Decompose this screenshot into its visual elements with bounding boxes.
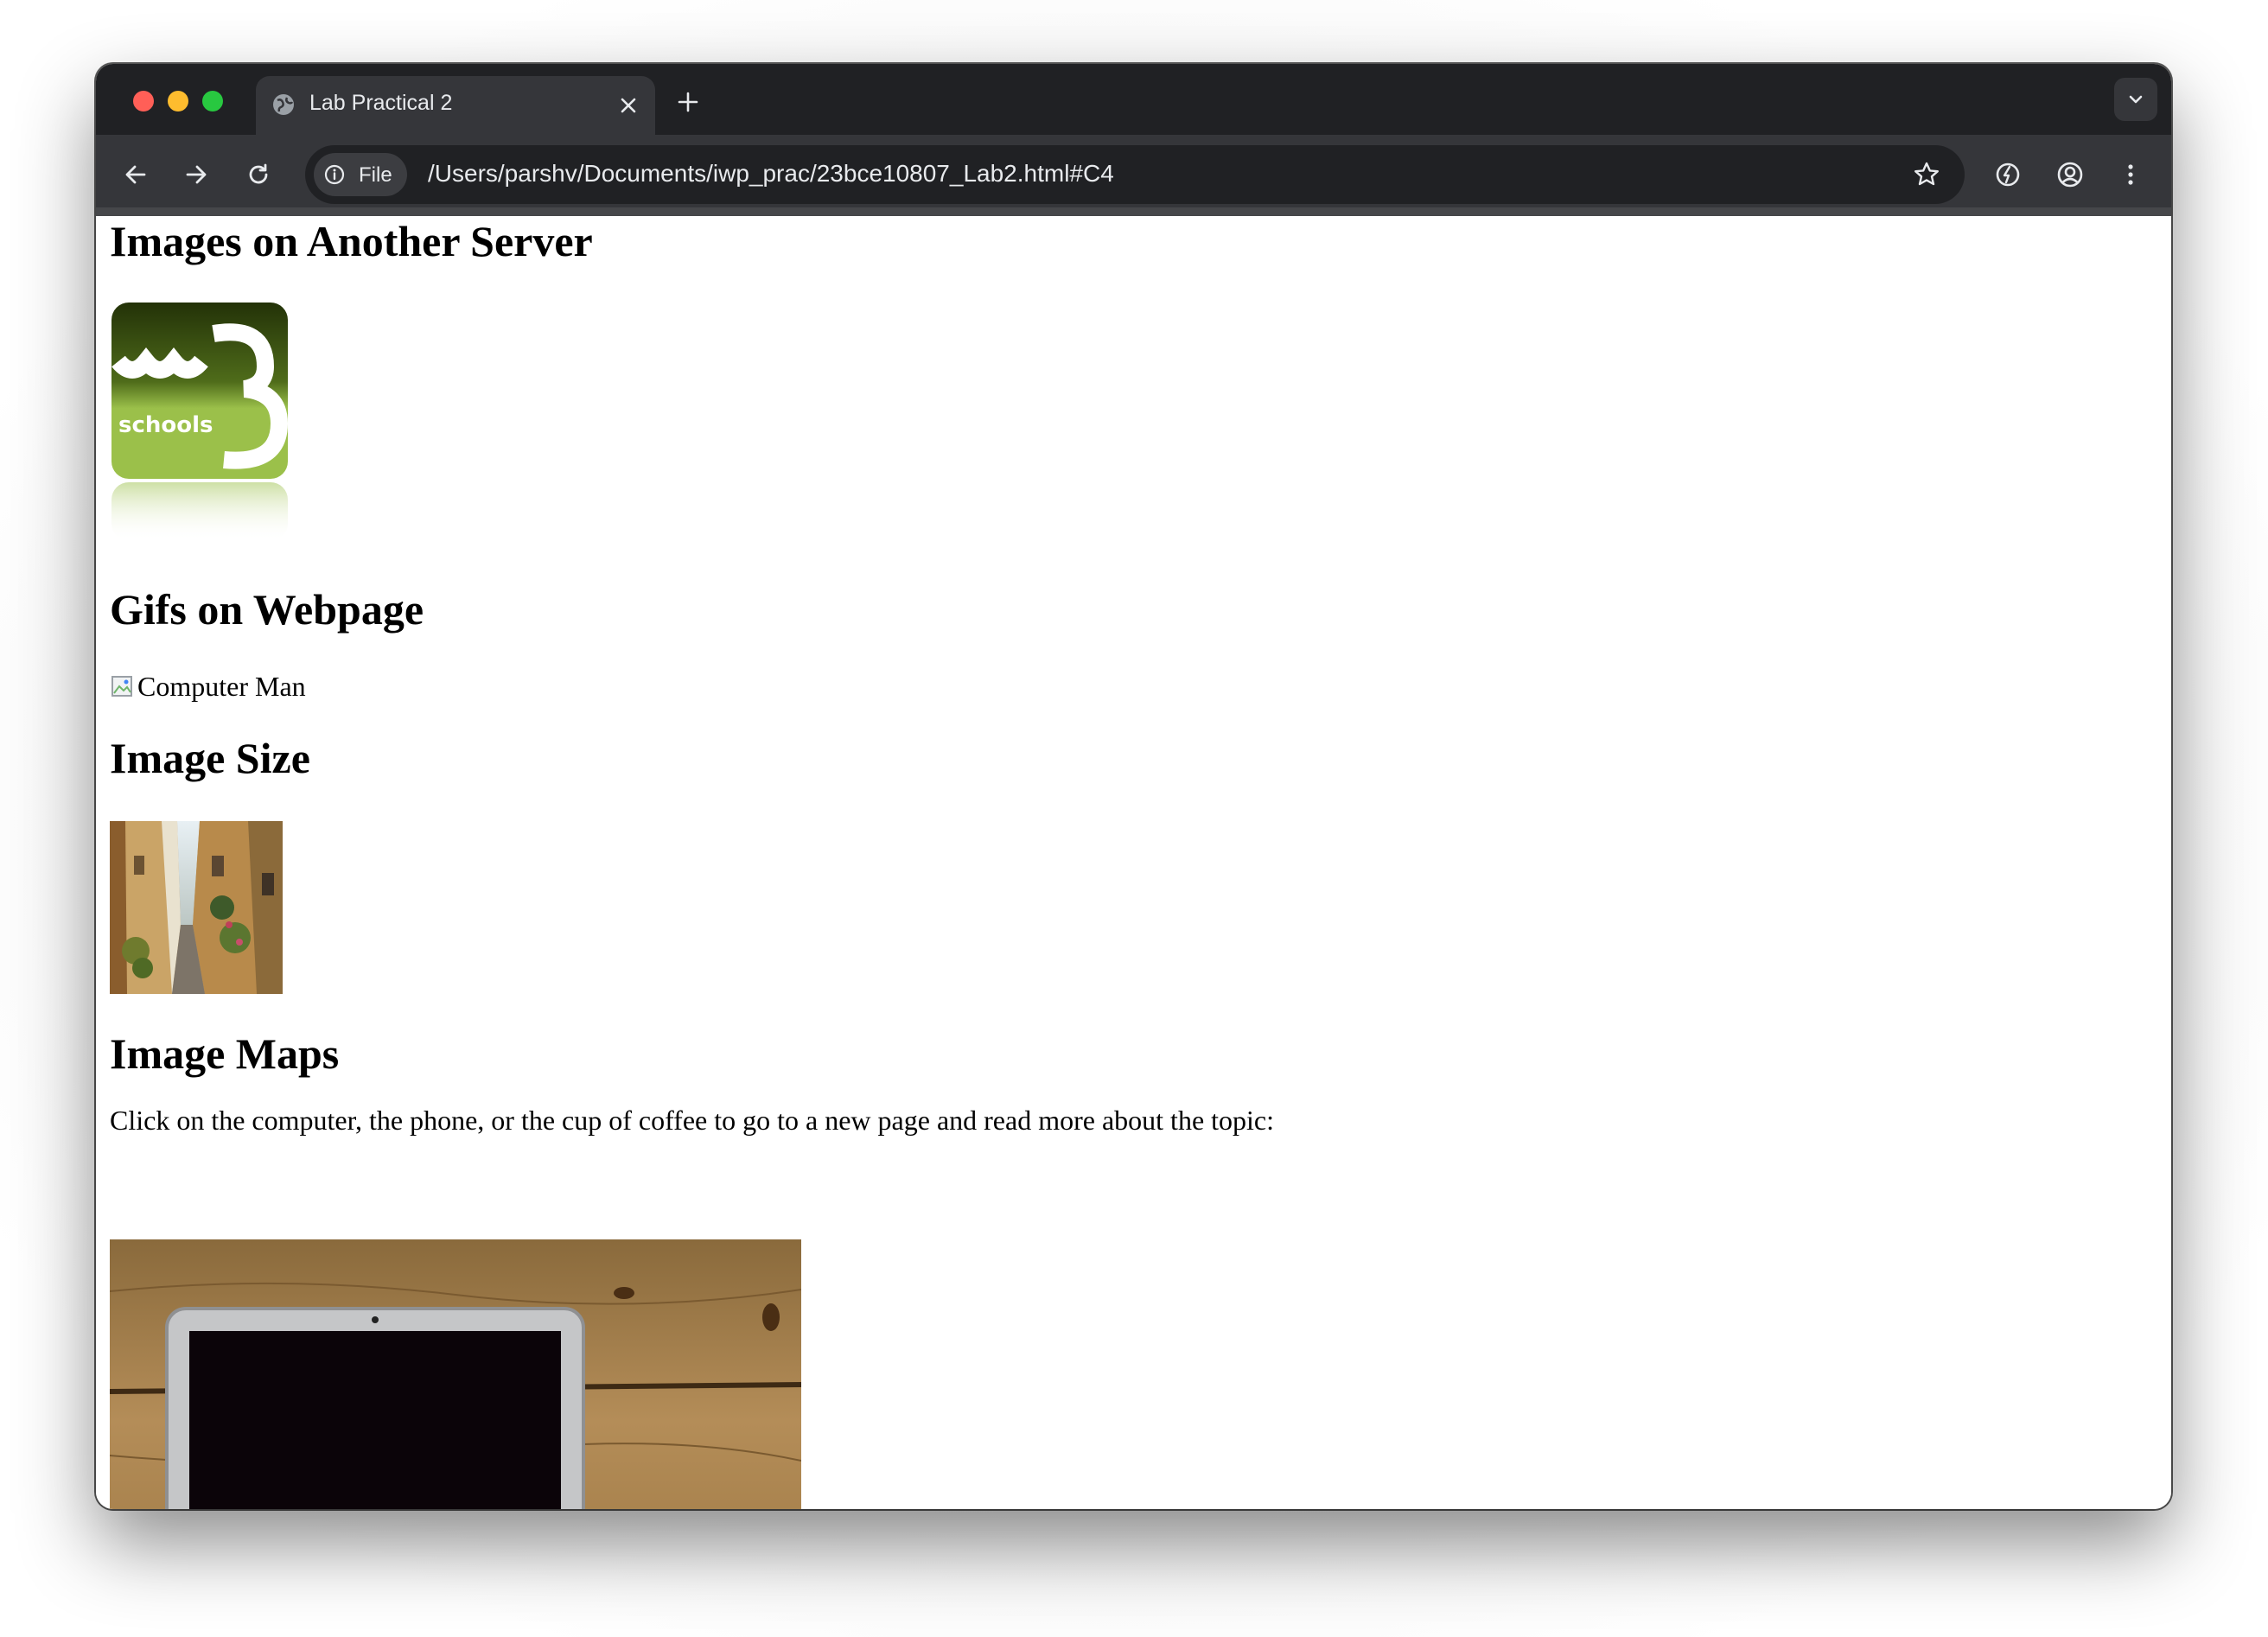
gif-alt-text: Computer Man — [137, 671, 306, 702]
browser-toolbar: File /Users/parshv/Documents/iwp_prac/23… — [96, 135, 2171, 216]
tab-title: Lab Practical 2 — [309, 91, 453, 115]
image-map-instruction: Click on the computer, the phone, or the… — [110, 1105, 1275, 1136]
address-bar[interactable]: File /Users/parshv/Documents/iwp_prac/23… — [305, 145, 1965, 204]
url-text[interactable]: /Users/parshv/Documents/iwp_prac/23bce10… — [428, 160, 1114, 188]
broken-gif-image: Computer Man — [110, 671, 306, 703]
broken-image-icon — [111, 676, 132, 697]
heading-gifs-webpage: Gifs on Webpage — [110, 585, 424, 634]
site-info-chip[interactable]: File — [314, 153, 407, 196]
performance-icon[interactable] — [1992, 159, 2023, 190]
w3schools-logo-image: schools — [111, 303, 289, 541]
workplace-image-map[interactable]: MacBook Air — [110, 1239, 801, 1509]
tab-lab-practical[interactable]: Lab Practical 2 — [256, 76, 655, 135]
star-icon[interactable] — [1911, 159, 1942, 190]
heading-image-maps: Image Maps — [110, 1029, 340, 1078]
tab-strip: Lab Practical 2 — [96, 64, 2171, 135]
alley-street-image — [110, 821, 283, 994]
laptop-area: MacBook Air — [165, 1307, 585, 1509]
more-vert-icon[interactable] — [2115, 159, 2146, 190]
globe-icon — [273, 94, 294, 115]
tab-search-button[interactable] — [2114, 78, 2157, 121]
reload-icon[interactable] — [243, 159, 274, 190]
w3-logo-text: schools — [118, 412, 213, 438]
page-content: Images on Another Server schools Gifs on… — [96, 216, 2171, 1509]
plus-icon[interactable] — [676, 90, 700, 114]
site-chip-label: File — [359, 163, 392, 187]
forward-arrow-icon[interactable] — [181, 159, 212, 190]
chevron-down-icon — [2129, 95, 2143, 104]
minimize-window-button[interactable] — [168, 91, 188, 111]
browser-window: Lab Practical 2 File /Users/parshv/Docum… — [96, 64, 2171, 1509]
heading-images-another-server: Images on Another Server — [110, 217, 593, 265]
profile-icon[interactable] — [2055, 159, 2086, 190]
close-icon[interactable] — [616, 93, 640, 118]
close-window-button[interactable] — [133, 91, 154, 111]
maximize-window-button[interactable] — [202, 91, 223, 111]
back-arrow-icon[interactable] — [120, 159, 151, 190]
info-icon — [324, 164, 345, 185]
toolbar-divider — [96, 207, 2171, 216]
heading-image-size: Image Size — [110, 734, 310, 782]
